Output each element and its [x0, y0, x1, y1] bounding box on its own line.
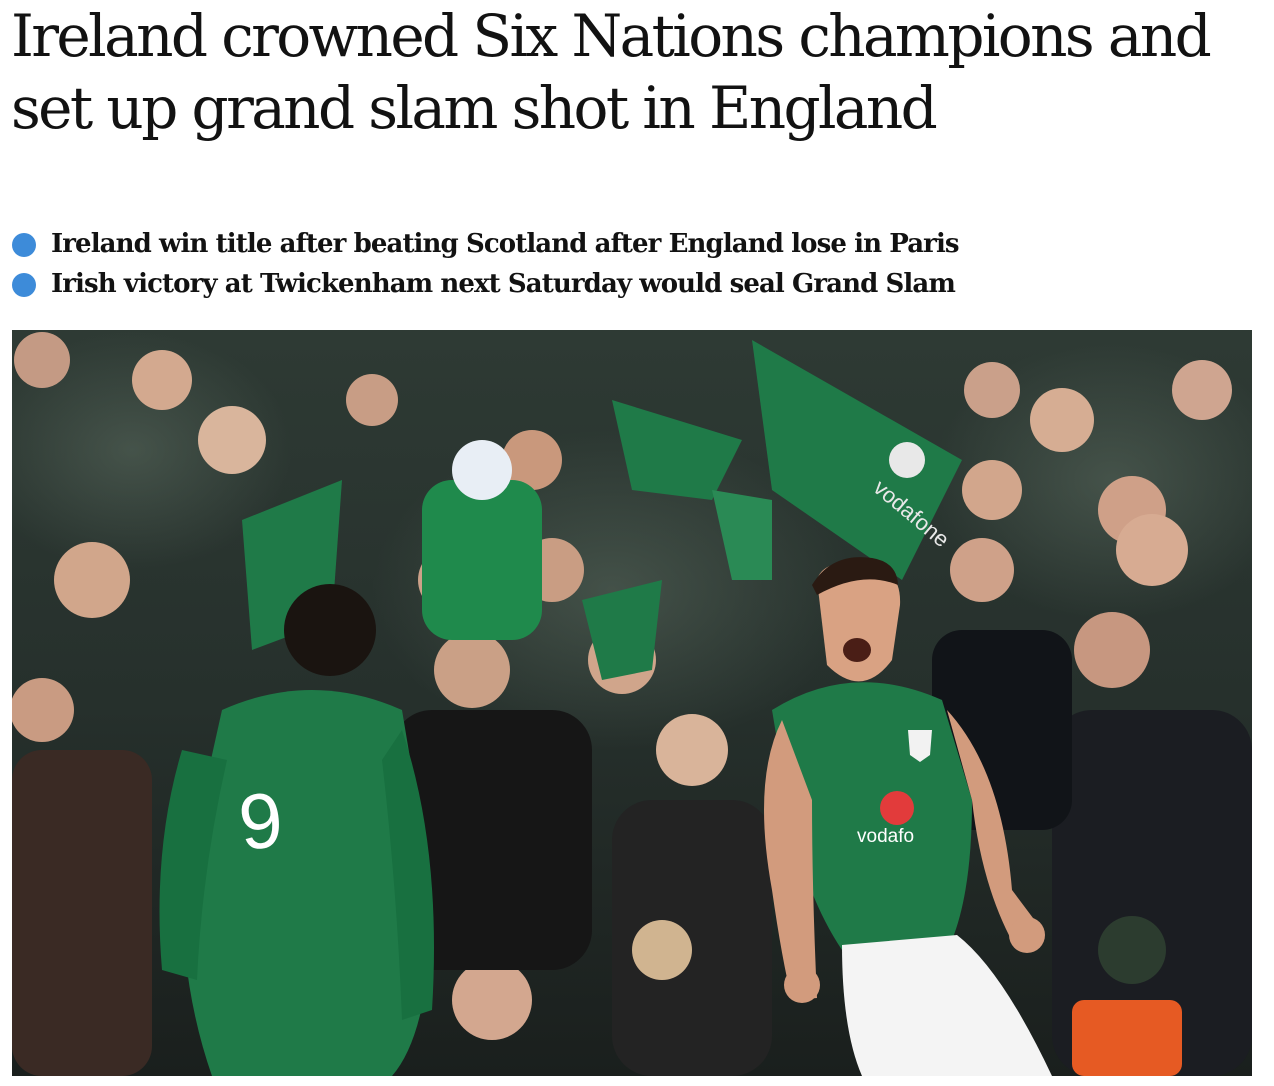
standfirst-item: Irish victory at Twickenham next Saturda… [11, 264, 1261, 304]
article-headline: Ireland crowned Six Nations champions an… [11, 2, 1212, 142]
standfirst-list: Ireland win title after beating Scotland… [11, 224, 1261, 304]
bullet-icon [12, 233, 36, 257]
bullet-icon [12, 273, 36, 297]
main-photo: vodafone 9 vodafo [12, 330, 1252, 1076]
standfirst-text: Irish victory at Twickenham next Saturda… [51, 269, 956, 299]
shirt-sponsor-text: vodafo [857, 826, 914, 847]
standfirst-text: Ireland win title after beating Scotland… [51, 229, 960, 259]
standfirst-item: Ireland win title after beating Scotland… [11, 224, 1261, 264]
shirt-number: 9 [235, 775, 287, 867]
